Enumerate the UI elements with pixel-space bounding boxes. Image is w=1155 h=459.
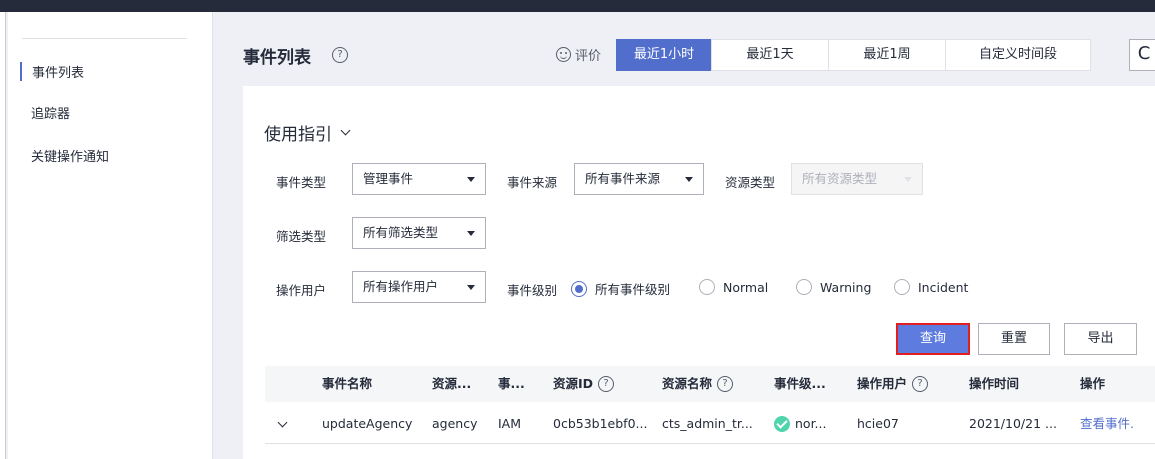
cell-event-source: IAM (498, 416, 522, 431)
filter-panel: 使用指引 事件类型 管理事件 事件来源 所有事件来源 资源类型 所有资源类型 筛… (243, 86, 1155, 459)
caret-down-icon (467, 285, 475, 290)
sidebar-divider (22, 38, 187, 39)
radio-warning-label: Warning (820, 279, 872, 295)
help-icon[interactable]: ? (332, 47, 348, 63)
cell-operator: hcie07 (857, 416, 899, 431)
refresh-button[interactable]: C (1129, 39, 1155, 71)
tab-last-1-day[interactable]: 最近1天 (711, 39, 829, 71)
check-circle-icon (774, 416, 790, 432)
radio-unchecked-icon (894, 279, 910, 295)
row-expand-toggle[interactable] (277, 404, 288, 444)
radio-normal[interactable]: Normal (699, 279, 768, 295)
tab-last-1-week[interactable]: 最近1周 (828, 39, 946, 71)
smiley-icon (556, 47, 571, 62)
usage-guide-label: 使用指引 (264, 125, 332, 145)
radio-incident-label: Incident (918, 279, 969, 295)
help-icon[interactable]: ? (717, 376, 734, 392)
radio-all-levels-label: 所有事件级别 (595, 282, 671, 297)
cell-resource-id: 0cb53b1ebf0... (553, 416, 648, 431)
export-button[interactable]: 导出 (1064, 323, 1137, 355)
radio-unchecked-icon (699, 279, 715, 295)
cell-event-level-text: nor... (795, 416, 827, 431)
cell-resource-type: agency (432, 416, 478, 431)
radio-unchecked-icon (796, 279, 812, 295)
column-header-event-source[interactable]: 事... (498, 366, 525, 402)
operator-select[interactable]: 所有操作用户 (352, 271, 486, 303)
tab-last-1-hour[interactable]: 最近1小时 (616, 39, 712, 71)
caret-down-icon (685, 177, 693, 182)
cell-event-level: nor... (774, 404, 826, 444)
column-header-action: 操作 (1080, 376, 1106, 391)
page-title-text: 事件列表 (243, 48, 311, 68)
column-header-event-name[interactable]: 事件名称 (322, 366, 372, 402)
caret-down-icon (904, 177, 912, 182)
operator-label: 操作用户 (276, 283, 327, 298)
help-icon[interactable]: ? (912, 376, 929, 392)
resource-type-label: 资源类型 (725, 175, 776, 190)
event-type-value: 管理事件 (363, 171, 414, 186)
cell-operation-time: 2021/10/21 ... (969, 416, 1057, 431)
event-source-value: 所有事件来源 (585, 171, 661, 186)
column-header-resource-name[interactable]: 资源名称 ? (662, 366, 734, 402)
caret-down-icon (467, 177, 475, 182)
cell-resource-name: cts_admin_tr... (662, 416, 753, 431)
main-content: 事件列表 ? 评价 最近1小时 最近1天 最近1周 自定义时间段 C 使用指引 … (214, 12, 1155, 459)
top-bar (0, 0, 1155, 12)
sidebar-item-event-list[interactable]: 事件列表 (20, 62, 84, 81)
operator-value: 所有操作用户 (363, 279, 439, 294)
table-header: 事件名称 资源... 事... 资源ID ? 资源名称 ? 事件级... 操作用… (265, 366, 1155, 402)
column-header-operation-time[interactable]: 操作时间 (969, 366, 1019, 402)
resource-type-select: 所有资源类型 (791, 163, 923, 195)
reset-button[interactable]: 重置 (978, 323, 1050, 355)
chevron-down-icon (277, 417, 288, 427)
caret-down-icon (467, 231, 475, 236)
view-event-link[interactable]: 查看事件. (1080, 404, 1134, 444)
filter-type-label: 筛选类型 (276, 229, 327, 244)
column-header-operator[interactable]: 操作用户 ? (857, 366, 929, 402)
sidebar: 事件列表 追踪器 关键操作通知 (8, 12, 213, 459)
chevron-down-icon (340, 125, 351, 136)
refresh-icon: C (1137, 43, 1151, 64)
tab-custom-time-range[interactable]: 自定义时间段 (945, 39, 1091, 71)
event-level-label: 事件级别 (507, 283, 558, 298)
column-header-event-level[interactable]: 事件级... (774, 366, 826, 402)
resource-type-value: 所有资源类型 (802, 171, 878, 186)
column-header-resource-type[interactable]: 资源... (432, 366, 471, 402)
event-source-select[interactable]: 所有事件来源 (574, 163, 704, 195)
left-edge (0, 12, 6, 459)
rating-link[interactable]: 评价 (556, 45, 601, 64)
table-row: updateAgency agency IAM 0cb53b1ebf0... c… (265, 404, 1155, 444)
usage-guide-toggle[interactable]: 使用指引 (264, 120, 351, 145)
radio-checked-icon (571, 280, 587, 297)
radio-warning[interactable]: Warning (796, 279, 871, 295)
event-type-select[interactable]: 管理事件 (352, 163, 486, 195)
radio-all-levels[interactable]: 所有事件级别 (571, 279, 670, 298)
radio-normal-label: Normal (723, 279, 769, 295)
cell-event-name: updateAgency (322, 416, 413, 431)
rating-label: 评价 (575, 49, 602, 64)
event-source-label: 事件来源 (507, 175, 558, 190)
filter-type-select[interactable]: 所有筛选类型 (352, 217, 486, 249)
filter-type-value: 所有筛选类型 (363, 225, 439, 240)
help-icon[interactable]: ? (598, 376, 615, 392)
time-range-tabs: 最近1小时 最近1天 最近1周 自定义时间段 (616, 39, 1091, 71)
query-button[interactable]: 查询 (896, 323, 970, 355)
page-title: 事件列表 (243, 43, 311, 68)
event-type-label: 事件类型 (276, 175, 327, 190)
sidebar-item-tracker[interactable]: 追踪器 (20, 103, 70, 122)
radio-incident[interactable]: Incident (894, 279, 968, 295)
column-header-resource-id[interactable]: 资源ID ? (553, 366, 615, 402)
sidebar-item-key-operation-notification[interactable]: 关键操作通知 (20, 146, 109, 165)
